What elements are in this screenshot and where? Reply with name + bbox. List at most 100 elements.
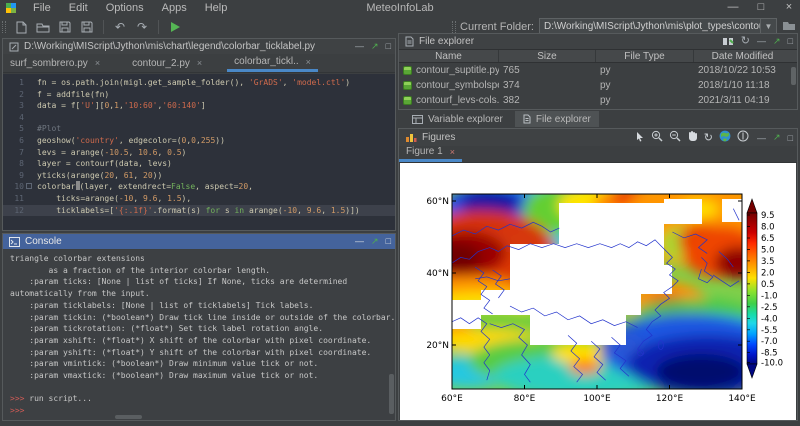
console-line: :param tickin: (*boolean*) Draw tick lin… [10, 312, 395, 324]
code-line[interactable]: 5#Plot [3, 123, 395, 135]
maximize-icon[interactable]: □ [386, 42, 391, 51]
window-maximize-button[interactable]: □ [754, 1, 768, 13]
open-folder-icon[interactable] [34, 19, 52, 35]
tab-file-explorer[interactable]: File explorer [515, 111, 599, 127]
figure-tab-bar: Figure 1× [399, 146, 797, 163]
float-icon[interactable]: ↗ [773, 132, 781, 143]
file-table[interactable]: contour_suptitle.py765py2018/10/22 10:53… [399, 63, 797, 111]
current-folder-value[interactable]: D:\Working\MIScript\Jython\mis\plot_type… [540, 21, 760, 32]
maximize-icon[interactable]: □ [788, 133, 793, 143]
console-line: :param yshift: (*float*) Y shift of the … [10, 347, 395, 359]
code-line[interactable]: 9yticks(arange(20, 61, 20)) [3, 170, 395, 182]
menu-options[interactable]: Options [97, 1, 153, 15]
menu-help[interactable]: Help [196, 1, 237, 15]
code-line[interactable]: 11 ticks=arange(-10, 9.6, 1.5), [3, 193, 395, 205]
float-icon[interactable]: ↗ [371, 42, 379, 51]
line-number: 5 [3, 123, 24, 135]
colorbar-tick-label: 6.5 [761, 234, 775, 244]
window-minimize-button[interactable]: — [726, 1, 740, 13]
new-file-icon[interactable] [12, 19, 30, 35]
pan-hand-icon[interactable] [687, 130, 698, 145]
minimize-icon[interactable]: — [757, 37, 766, 46]
toolbar-grip [2, 21, 6, 33]
float-icon[interactable]: ↗ [773, 37, 781, 46]
colorbar-tick-label: -4.0 [761, 314, 778, 324]
rotate-icon[interactable]: ↻ [704, 131, 713, 144]
tab-variable-explorer[interactable]: Variable explorer [404, 111, 511, 127]
file-row[interactable]: contour_symbolspe...374py2018/1/10 11:18 [399, 78, 797, 93]
file-table-header: Name Size File Type Date Modified [399, 49, 797, 63]
code-line[interactable]: 10colorbar(layer, extendrect=False, aspe… [3, 181, 395, 193]
refresh-icon[interactable]: ↻ [741, 36, 750, 47]
file-row[interactable]: contourf_levs-cols.py382py2021/3/11 04:1… [399, 93, 797, 108]
console-output[interactable]: triangle colorbar extensions as a fracti… [3, 250, 395, 420]
colorbar-tick-label: 3.5 [761, 257, 775, 267]
undo-icon[interactable]: ↶ [111, 19, 129, 35]
globe-icon[interactable] [719, 130, 731, 145]
code-line[interactable]: 4 [3, 112, 395, 124]
contour-map-figure[interactable]: 60°E 80°E 100°E 120°E 140°E 60°N 40°N 20… [400, 163, 796, 420]
browse-folder-icon[interactable] [782, 20, 796, 34]
console-vertical-scrollbar[interactable] [389, 374, 394, 414]
column-size[interactable]: Size [499, 50, 596, 62]
open-in-editor-icon[interactable] [722, 36, 734, 48]
menu-edit[interactable]: Edit [60, 1, 97, 15]
code-line[interactable]: 2f = addfile(fn) [3, 89, 395, 101]
colorbar-tick-label: 2.0 [761, 268, 775, 278]
tab-figure-1[interactable]: Figure 1× [399, 144, 462, 162]
code-editor[interactable]: 1fn = os.path.join(migl.get_sample_folde… [3, 74, 395, 230]
figures-panel: Figures ↻ — ↗ □ Figure 1× [398, 128, 798, 421]
menu-apps[interactable]: Apps [153, 1, 196, 15]
file-table-scrollbar[interactable] [791, 67, 796, 85]
column-file-type[interactable]: File Type [596, 50, 694, 62]
code-line[interactable]: 12 ticklabels=['{:.1f}'.format(s) for s … [3, 205, 395, 217]
float-icon[interactable]: ↗ [371, 237, 379, 246]
python-file-icon [403, 96, 412, 105]
colorbar-tick-label: -7.0 [761, 337, 778, 347]
maximize-icon[interactable]: □ [386, 237, 391, 246]
line-number: 2 [3, 89, 24, 101]
save-as-icon[interactable] [78, 19, 96, 35]
code-line[interactable]: 1fn = os.path.join(migl.get_sample_folde… [3, 77, 395, 89]
minimize-icon[interactable]: — [757, 133, 766, 143]
minimize-icon[interactable]: — [355, 237, 364, 246]
close-icon[interactable]: × [306, 57, 311, 67]
line-number: 10 [3, 181, 24, 193]
line-number: 11 [3, 193, 24, 205]
tab-surf-sombrero[interactable]: surf_sombrero.py× [3, 54, 107, 72]
redo-icon[interactable]: ↷ [133, 19, 151, 35]
window-close-button[interactable]: × [782, 1, 796, 13]
minimize-icon[interactable]: — [355, 42, 364, 51]
tab-colorbar-ticklabel[interactable]: colorbar_tickl..× [227, 54, 318, 72]
zoom-in-icon[interactable] [651, 130, 663, 145]
terminal-icon [9, 237, 20, 247]
x-tick-label: 100°E [583, 394, 611, 404]
figure-canvas-area[interactable]: 60°E 80°E 100°E 120°E 140°E 60°N 40°N 20… [400, 163, 796, 420]
code-line[interactable]: 7levs = arange(-10.5, 10.6, 0.5) [3, 147, 395, 159]
tab-contour-2[interactable]: contour_2.py× [125, 54, 209, 72]
run-script-icon[interactable] [166, 19, 184, 35]
data-probe-icon[interactable] [737, 130, 749, 145]
code-line[interactable]: 3data = f['U'][0,1,'10:60','60:140'] [3, 100, 395, 112]
menu-file[interactable]: File [24, 1, 60, 15]
close-icon[interactable]: × [95, 58, 100, 68]
maximize-icon[interactable]: □ [788, 37, 793, 46]
column-date-modified[interactable]: Date Modified [694, 50, 791, 62]
console-line: as a fraction of the interior colorbar l… [10, 265, 395, 277]
code-line[interactable]: 8layer = contourf(data, levs) [3, 158, 395, 170]
fold-icon[interactable] [26, 183, 32, 189]
select-cursor-icon[interactable] [635, 131, 645, 145]
save-icon[interactable] [56, 19, 74, 35]
close-icon[interactable]: × [450, 147, 455, 157]
console-horizontal-scrollbar[interactable] [115, 415, 142, 419]
code-line[interactable]: 6geoshow('country', edgecolor=(0,0,255)) [3, 135, 395, 147]
console-line: :param ticklabels: [None | list of tickl… [10, 300, 395, 312]
explorer-tab-bar: Variable explorer File explorer [398, 110, 798, 128]
close-icon[interactable]: × [197, 58, 202, 68]
line-number: 7 [3, 147, 24, 159]
zoom-out-icon[interactable] [669, 130, 681, 145]
chevron-down-icon[interactable]: ▼ [760, 19, 776, 34]
file-row[interactable]: contour_suptitle.py765py2018/10/22 10:53 [399, 63, 797, 78]
colorbar-tick-label: -2.5 [761, 303, 778, 313]
column-name[interactable]: Name [399, 50, 499, 62]
